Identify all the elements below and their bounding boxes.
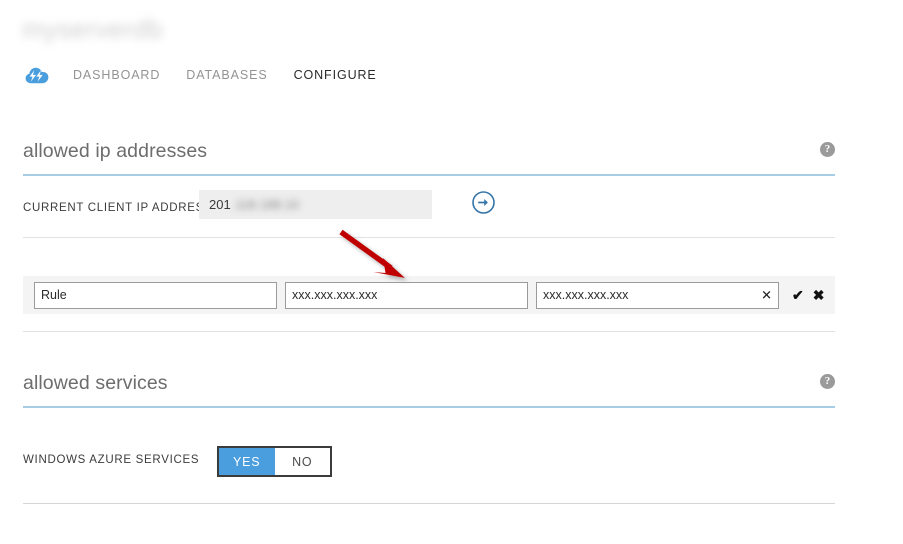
help-icon[interactable]: ? [820,142,835,157]
bottom-divider [23,503,835,504]
tab-databases[interactable]: DATABASES [173,68,280,82]
windows-azure-services-row: WINDOWS AZURE SERVICES YES NO [23,440,835,500]
current-client-ip-label: CURRENT CLIENT IP ADDRESS [23,202,213,214]
current-client-ip-redacted-part: .118.188.10 [231,197,300,212]
allowed-services-title: allowed services [23,372,168,394]
windows-azure-services-toggle: YES NO [217,446,332,477]
start-ip-input[interactable] [285,281,528,309]
tab-configure[interactable]: CONFIGURE [281,68,390,82]
page-title: myserverdb [22,14,163,44]
clear-icon[interactable]: ✕ [761,289,772,302]
navigation-tabs: DASHBOARD DATABASES CONFIGURE [22,62,390,88]
rule-row-actions: ✔ ✖ [792,288,824,302]
allowed-services-header: allowed services ? [23,372,835,408]
grid-divider-bottom [23,331,835,332]
allowed-ip-header: allowed ip addresses ? [23,140,835,176]
add-current-ip-arrow-icon[interactable] [471,190,496,215]
toggle-option-yes[interactable]: YES [219,448,275,475]
ip-rule-row: ✕ ✔ ✖ [23,276,835,314]
grid-divider-top [23,237,835,238]
sql-database-cloud-icon [22,62,52,88]
toggle-option-no[interactable]: NO [274,448,330,475]
allowed-ip-title: allowed ip addresses [23,140,208,162]
current-client-ip-visible-part: 201 [209,197,231,212]
end-ip-input[interactable] [536,281,779,309]
section-allowed-ip-addresses: allowed ip addresses ? CURRENT CLIENT IP… [23,140,835,332]
help-icon[interactable]: ? [820,374,835,389]
cancel-x-icon[interactable]: ✖ [813,288,825,302]
section-allowed-services: allowed services ? WINDOWS AZURE SERVICE… [23,372,835,500]
rule-name-input[interactable] [34,281,277,309]
current-client-ip-value: 201 .118.188.10 [199,190,432,219]
tab-dashboard[interactable]: DASHBOARD [60,68,173,82]
current-client-ip-row: CURRENT CLIENT IP ADDRESS 201 .118.188.1… [23,180,835,240]
end-ip-cell: ✕ [536,281,779,309]
windows-azure-services-label: WINDOWS AZURE SERVICES [23,454,200,466]
checkmark-icon[interactable]: ✔ [792,288,804,302]
